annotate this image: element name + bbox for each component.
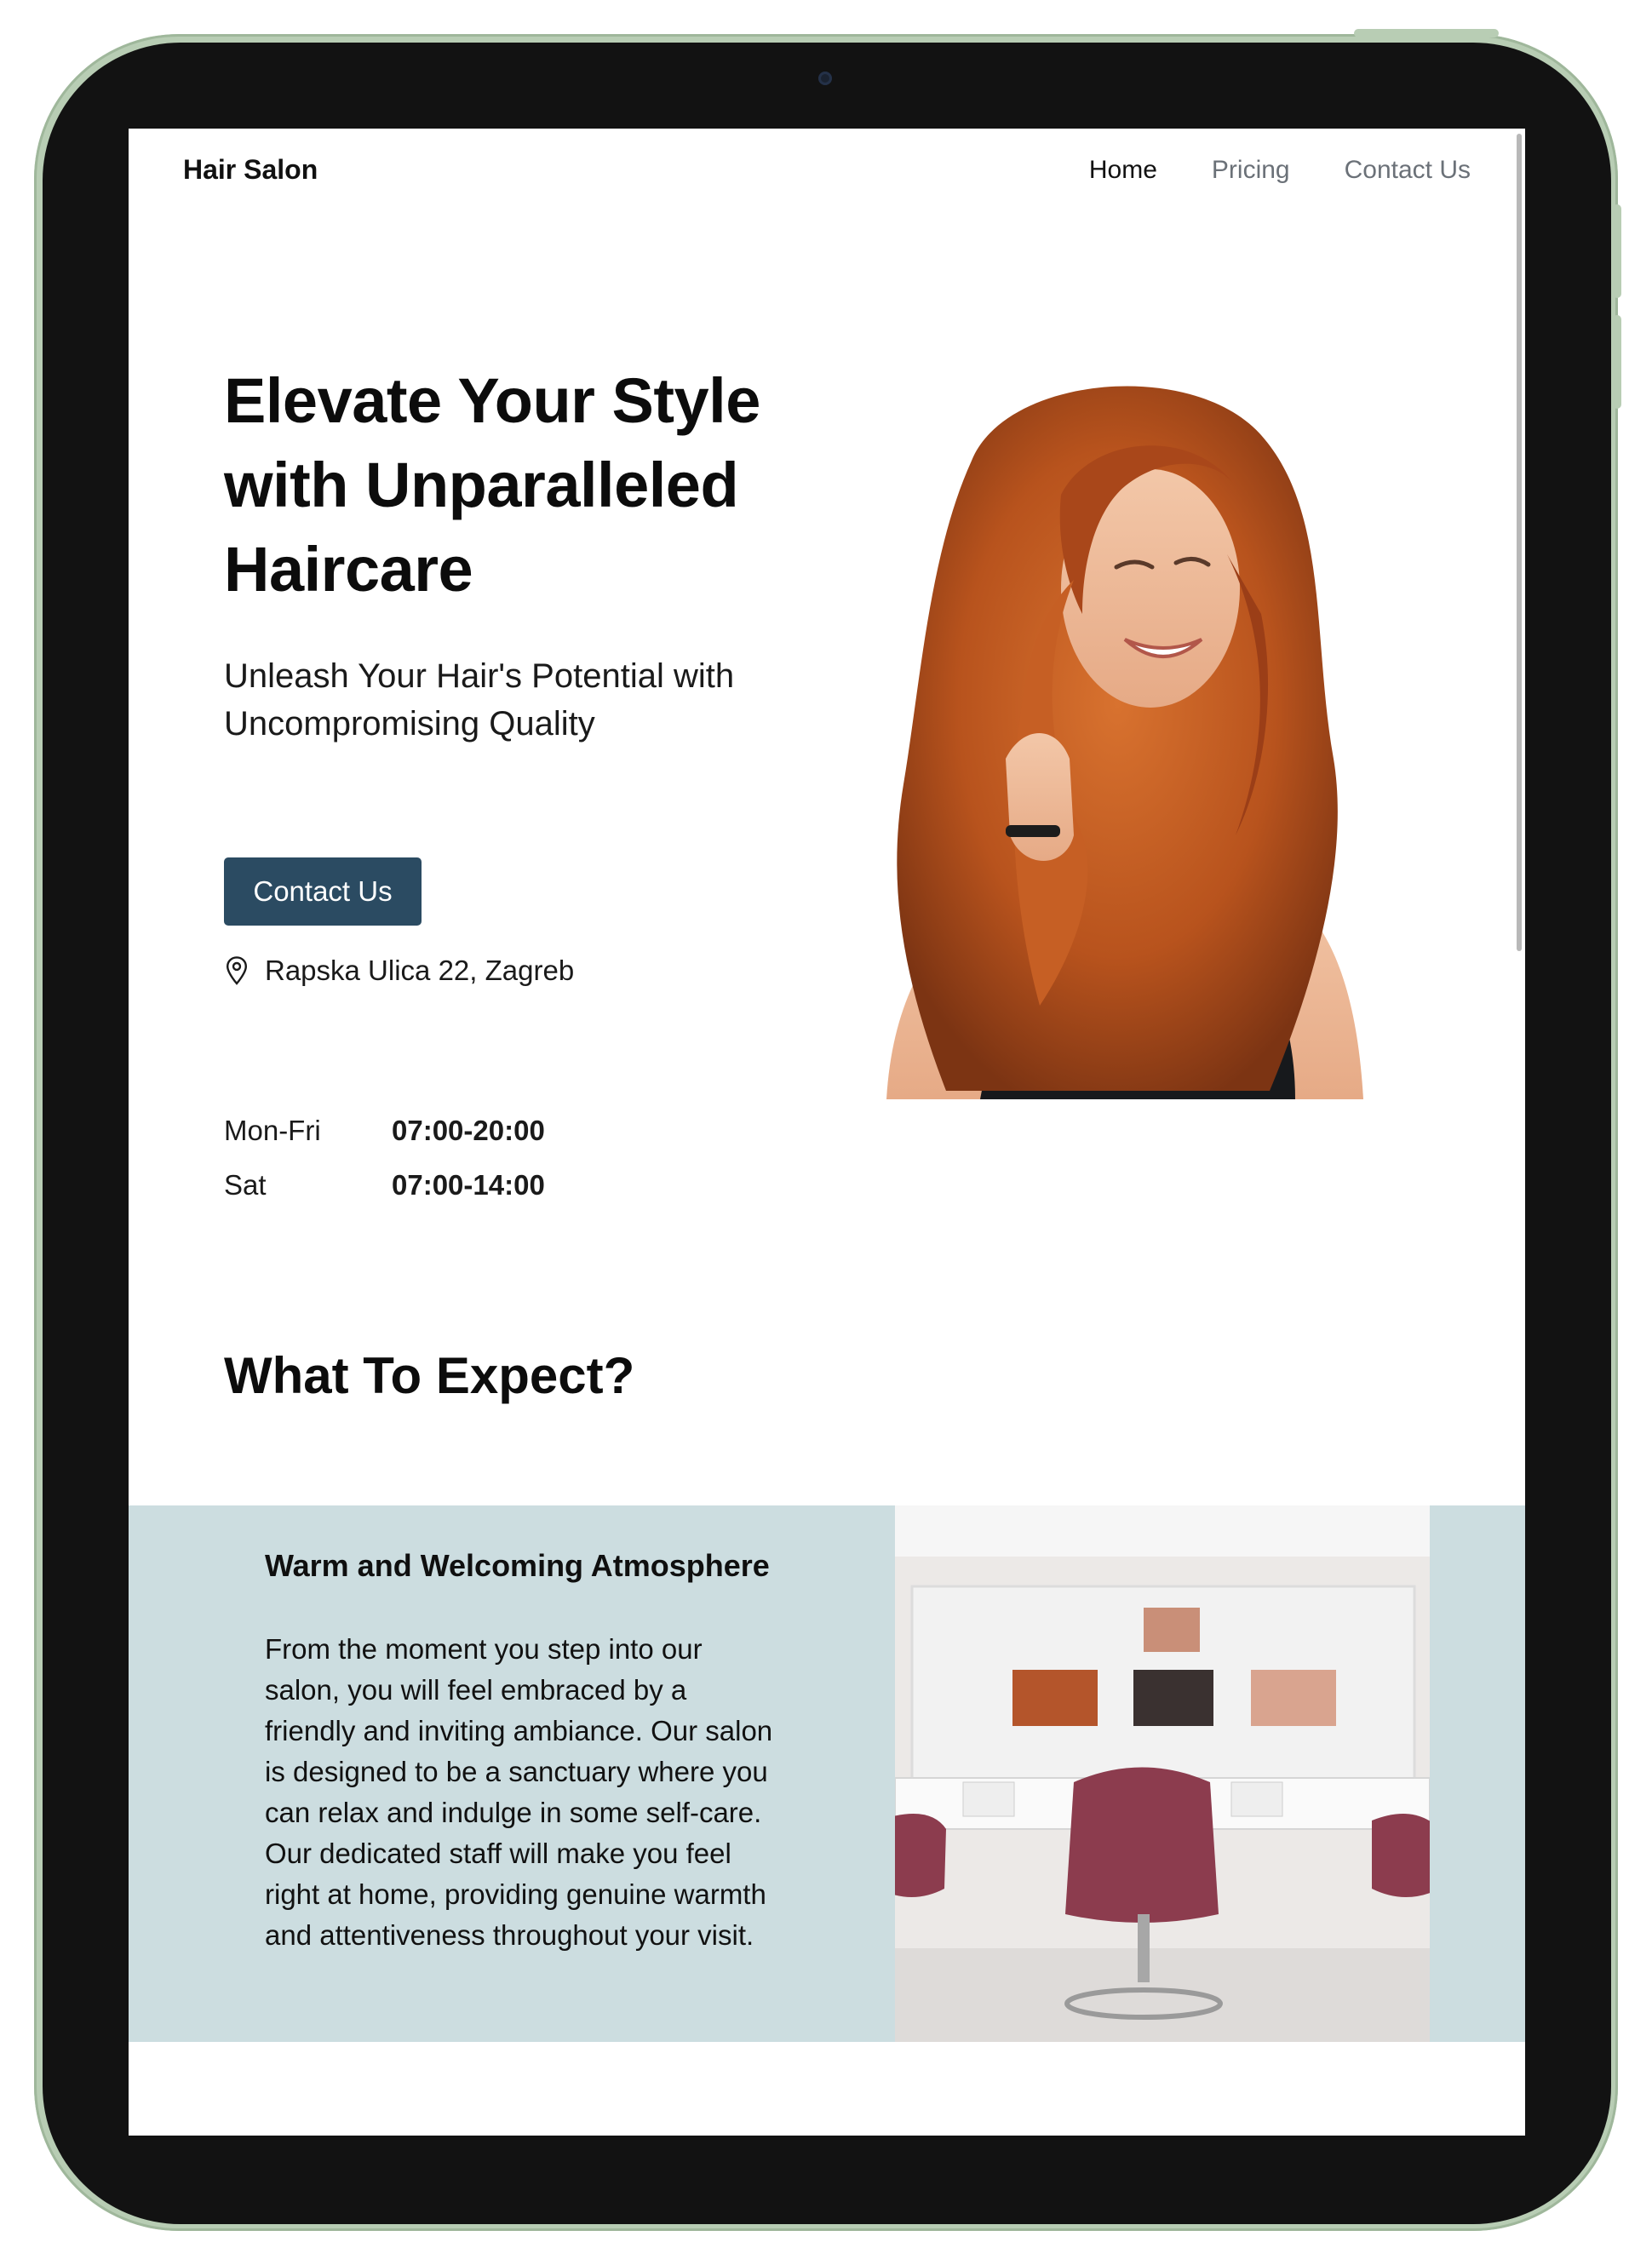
map-pin-icon — [226, 956, 248, 985]
address: Rapska Ulica 22, Zagreb — [224, 955, 574, 987]
address-text: Rapska Ulica 22, Zagreb — [265, 955, 575, 986]
feature-body: From the moment you step into our salon,… — [265, 1633, 773, 1951]
hero-title: Elevate Your Style with Unparalleled Hai… — [224, 365, 760, 605]
hours-row: Mon-Fri 07:00-20:00 — [224, 1104, 545, 1158]
contact-us-button[interactable]: Contact Us — [224, 857, 422, 926]
power-button — [1354, 29, 1499, 37]
volume-up-button — [1613, 204, 1621, 298]
hours-row: Sat 07:00-14:00 — [224, 1158, 545, 1213]
opening-hours: Mon-Fri 07:00-20:00 Sat 07:00-14:00 — [224, 1104, 545, 1213]
hours-time: 07:00-14:00 — [392, 1169, 545, 1201]
salon-interior-image — [895, 1505, 1430, 2042]
volume-down-button — [1613, 315, 1621, 409]
scrollbar-thumb[interactable] — [1517, 134, 1522, 951]
front-camera — [818, 72, 832, 85]
screen: Hair Salon Home Pricing Contact Us Eleva… — [129, 129, 1525, 2136]
hours-time: 07:00-20:00 — [392, 1115, 545, 1146]
section-title: What To Expect? — [224, 1347, 635, 1404]
nav-contact-us[interactable]: Contact Us — [1345, 156, 1471, 185]
hours-day: Mon-Fri — [224, 1115, 321, 1146]
site-logo[interactable]: Hair Salon — [183, 154, 318, 186]
scrollbar[interactable] — [1517, 134, 1522, 951]
feature-title: Warm and Welcoming Atmosphere — [265, 1548, 770, 1583]
hours-day: Sat — [224, 1169, 267, 1201]
hero-subtitle: Unleash Your Hair's Potential with Uncom… — [224, 657, 735, 743]
nav-home[interactable]: Home — [1089, 156, 1157, 185]
hero-portrait-image — [886, 386, 1363, 1099]
nav-pricing[interactable]: Pricing — [1212, 156, 1290, 185]
main-nav: Home Pricing Contact Us — [1089, 156, 1471, 185]
